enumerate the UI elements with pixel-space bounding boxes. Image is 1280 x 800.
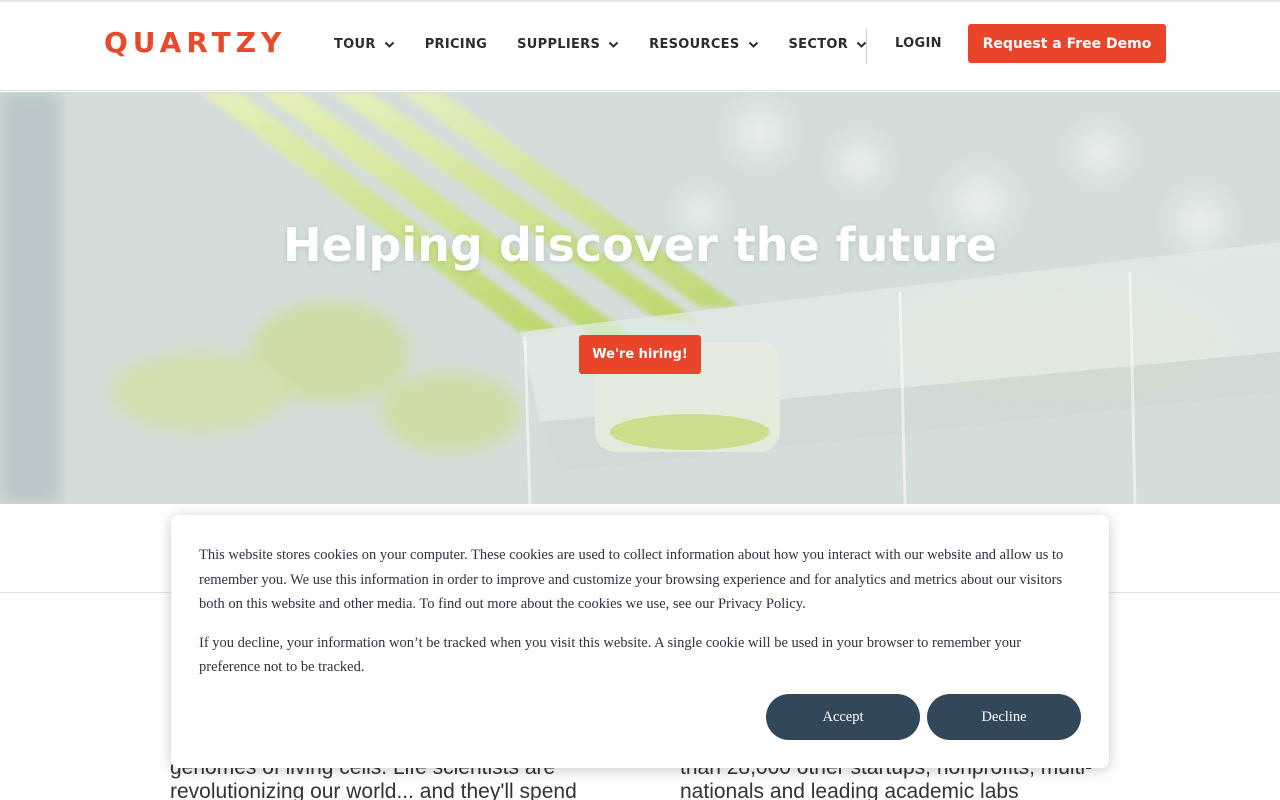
accept-cookies-button[interactable]: Accept [766, 694, 920, 740]
hiring-button[interactable]: We're hiring! [579, 335, 701, 374]
lab-glassware-image [0, 92, 1280, 504]
quartzy-logo[interactable]: QUARTZY [104, 28, 286, 58]
login-link[interactable]: LOGIN [895, 36, 942, 51]
nav-item-suppliers[interactable]: SUPPLIERS [517, 37, 619, 52]
nav-item-label: SECTOR [788, 36, 849, 52]
nav-item-pricing[interactable]: PRICING [425, 37, 487, 52]
decline-cookies-button[interactable]: Decline [927, 694, 1081, 740]
cookie-actions: Accept Decline [766, 694, 1081, 740]
chevron-down-icon [748, 39, 759, 50]
cookie-notice-text: This website stores cookies on your comp… [199, 547, 1064, 612]
nav-divider [866, 28, 867, 64]
nav-item-tour[interactable]: TOUR [334, 37, 395, 52]
main-menu: TOUR PRICING SUPPLIERS RESOURCES SECTOR [334, 32, 897, 56]
nav-item-label: PRICING [424, 36, 488, 52]
nav-item-label: RESOURCES [649, 36, 740, 52]
cookie-decline-text: If you decline, your information won’t b… [199, 634, 1022, 676]
hero-title: Helping discover the future [282, 218, 997, 272]
nav-item-sector[interactable]: SECTOR [789, 37, 868, 52]
chevron-down-icon [608, 39, 619, 50]
cookie-consent-banner: This website stores cookies on your comp… [171, 515, 1109, 768]
nav-item-label: TOUR [334, 36, 376, 52]
request-demo-button[interactable]: Request a Free Demo [968, 24, 1166, 63]
site-header: QUARTZY TOUR PRICING SUPPLIERS RESOURCES… [0, 2, 1280, 91]
nav-item-label: SUPPLIERS [517, 36, 601, 52]
chevron-down-icon [384, 39, 395, 50]
hero-banner: Helping discover the future We're hiring… [0, 92, 1280, 504]
nav-item-resources[interactable]: RESOURCES [649, 37, 758, 52]
